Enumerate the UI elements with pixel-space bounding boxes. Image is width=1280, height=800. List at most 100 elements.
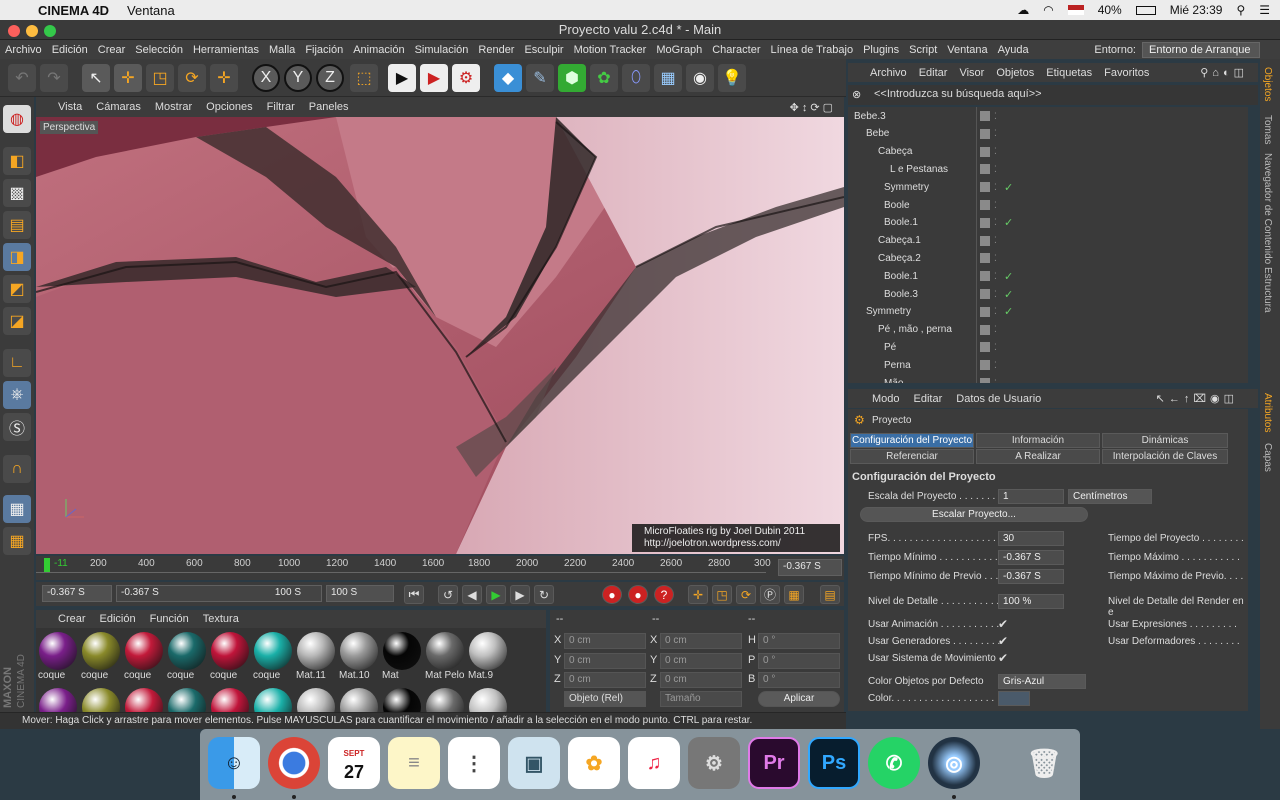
visibility-dots-icon[interactable]: ⁚ (994, 164, 997, 175)
menu-archivo[interactable]: Archivo (0, 44, 47, 56)
material-swatch[interactable] (468, 688, 508, 712)
scale-unit-dropdown[interactable]: Centímetros (1068, 489, 1152, 504)
material-swatch[interactable]: coque (124, 632, 164, 681)
object-row[interactable]: L e Pestanas ⁚ (848, 160, 1248, 178)
key-scale-icon[interactable]: ◳ (712, 585, 732, 604)
object-manager-tools-icon[interactable]: ⚲⌂◐◫ (1200, 66, 1258, 79)
key-rotation-icon[interactable]: ⟳ (736, 585, 756, 604)
preview-icon[interactable]: ▣ (508, 737, 560, 789)
material-swatch[interactable] (38, 688, 78, 712)
auto-key-icon[interactable]: ● (628, 585, 648, 604)
key-position-icon[interactable]: ✛ (688, 585, 708, 604)
layer-icon[interactable] (980, 306, 990, 317)
clock[interactable]: Mié 23:39 (1170, 3, 1223, 17)
visibility-dots-icon[interactable]: ⁚ (994, 324, 997, 335)
render-settings-icon[interactable]: ⚙ (452, 64, 480, 92)
render-view-icon[interactable]: ▶ (388, 64, 416, 92)
menu-script[interactable]: Script (904, 44, 942, 56)
material-swatch[interactable]: coque (167, 632, 207, 681)
menu-simulacion[interactable]: Simulación (410, 44, 474, 56)
calendar-icon[interactable]: SEPT 27 (328, 737, 380, 789)
axis-mode-icon[interactable]: ∟ (3, 349, 31, 377)
x-axis-icon[interactable]: X (252, 64, 280, 92)
enabled-check-icon[interactable]: ✓ (1004, 270, 1013, 283)
tab-referenciar[interactable]: Referenciar (850, 449, 974, 464)
scale-project-button[interactable]: Escalar Proyecto... (860, 507, 1088, 522)
enabled-check-icon[interactable]: ✓ (1004, 288, 1013, 301)
min-time-field[interactable]: -0.367 S (998, 550, 1064, 565)
battery-icon[interactable] (1135, 5, 1156, 15)
objects-menu-visor[interactable]: Visor (959, 67, 984, 79)
workplane-mode-icon[interactable]: ▤ (3, 211, 31, 239)
timeline[interactable]: -11 200 400 600 800 1000 1200 1400 1600 … (36, 556, 844, 580)
previous-frame-icon[interactable]: ◀ (462, 585, 482, 604)
size-z-field[interactable]: 0 cm (660, 672, 742, 688)
menu-animacion[interactable]: Animación (348, 44, 409, 56)
layer-icon[interactable] (980, 378, 990, 383)
visibility-dots-icon[interactable]: ⁚ (994, 271, 997, 282)
app-name[interactable]: CINEMA 4D (38, 3, 109, 18)
tab-objetos[interactable]: Objetos (1262, 67, 1273, 101)
subdivision-icon[interactable]: ⬢ (558, 64, 586, 92)
notification-center-icon[interactable]: ☰ (1259, 3, 1270, 17)
material-swatch[interactable]: coque (81, 632, 121, 681)
make-editable-icon[interactable]: ◍ (3, 105, 31, 133)
minimize-window-button[interactable] (26, 25, 38, 37)
points-mode-icon[interactable]: ◨ (3, 243, 31, 271)
menu-mograph[interactable]: MoGraph (651, 44, 707, 56)
finder-icon[interactable]: ☺ (208, 737, 260, 789)
material-menu-crear[interactable]: Crear (58, 613, 86, 625)
coord-size-dropdown[interactable]: Tamaño (660, 691, 742, 707)
visibility-dots-icon[interactable]: ⁚ (994, 200, 997, 211)
previous-key-icon[interactable]: ↺ (438, 585, 458, 604)
visibility-dots-icon[interactable]: ⁚ (994, 360, 997, 371)
close-window-button[interactable] (8, 25, 20, 37)
render-picture-viewer-icon[interactable]: ▶ (420, 64, 448, 92)
spotlight-icon[interactable]: ⚲ (1236, 3, 1245, 17)
chrome-icon[interactable] (268, 737, 320, 789)
visibility-dots-icon[interactable]: ⁚ (994, 342, 997, 353)
snap-icon[interactable]: Ⓢ (3, 413, 31, 441)
object-row[interactable]: Mão ⁚ (848, 374, 1248, 383)
workplane-lock-icon[interactable]: ▦ (3, 495, 31, 523)
use-animation-checkbox[interactable]: ✔ (998, 617, 1008, 631)
wifi-icon[interactable]: ◠ (1043, 3, 1053, 17)
object-row[interactable]: Boole ⁚ (848, 196, 1248, 214)
object-search-bar[interactable]: ⊗ <<Introduzca su búsqueda aquí>> (848, 85, 1258, 105)
object-row[interactable]: Cabeça.1 ⁚ (848, 232, 1248, 250)
cinema4d-icon[interactable]: ◎ (928, 737, 980, 789)
tab-tomas[interactable]: Tomas (1262, 115, 1273, 144)
material-menu-funcion[interactable]: Función (150, 613, 189, 625)
menu-edicion[interactable]: Edición (47, 44, 93, 56)
material-swatch[interactable]: coque (38, 632, 78, 681)
object-row[interactable]: Pé , mão , perna ⁚ (848, 321, 1248, 339)
material-swatch[interactable] (382, 688, 422, 712)
redo-icon[interactable]: ↷ (40, 64, 68, 92)
layer-icon[interactable] (980, 217, 990, 228)
object-row[interactable]: Bebe ⁚ (848, 125, 1248, 143)
object-row[interactable]: Cabeça.2 ⁚ (848, 249, 1248, 267)
tab-dinamicas[interactable]: Dinámicas (1102, 433, 1228, 448)
enabled-check-icon[interactable]: ✓ (1004, 181, 1013, 194)
menu-crear[interactable]: Crear (93, 44, 131, 56)
array-icon[interactable]: ✿ (590, 64, 618, 92)
position-y-field[interactable]: 0 cm (564, 653, 646, 669)
end-time-field[interactable]: 100 S (326, 585, 394, 602)
layer-icon[interactable] (980, 146, 990, 157)
material-swatch[interactable]: Mat (382, 632, 422, 681)
coord-mode-dropdown[interactable]: Objeto (Rel) (564, 691, 646, 707)
fps-field[interactable]: 30 (998, 531, 1064, 546)
key-parameter-icon[interactable]: Ⓟ (760, 585, 780, 604)
material-swatch[interactable] (253, 688, 293, 712)
rotation-p-field[interactable]: 0 ° (758, 653, 840, 669)
undo-icon[interactable]: ↶ (8, 64, 36, 92)
texture-mode-icon[interactable]: ▩ (3, 179, 31, 207)
photoshop-icon[interactable]: Ps (808, 737, 860, 789)
notes-icon[interactable]: ≡ (388, 737, 440, 789)
apply-button[interactable]: Aplicar (758, 691, 840, 707)
object-row[interactable]: Boole.1 ⁚ ✓ (848, 214, 1248, 232)
layer-icon[interactable] (980, 342, 990, 353)
layer-icon[interactable] (980, 182, 990, 193)
object-row[interactable]: Bebe.3 ⁚ (848, 107, 1248, 125)
use-generators-checkbox[interactable]: ✔ (998, 634, 1008, 648)
